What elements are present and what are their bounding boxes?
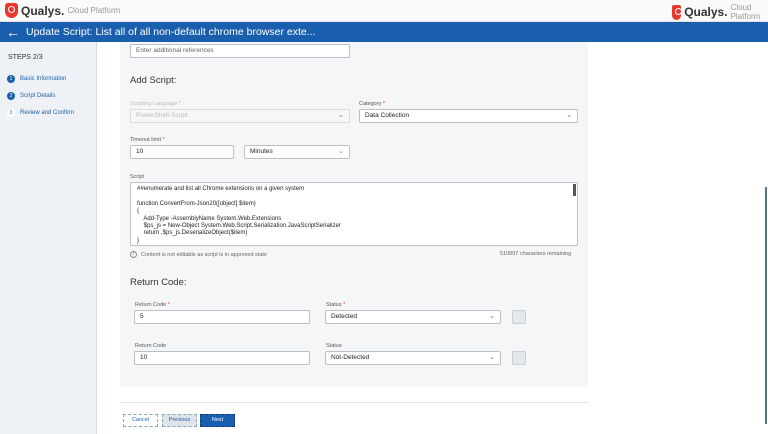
platform-name: Cloud Platform (67, 6, 121, 15)
chevron-down-icon: ⌄ (338, 148, 344, 155)
back-arrow-icon[interactable]: ← (6, 24, 20, 40)
scripting-language-value: PowerShell-Script (136, 112, 188, 119)
previous-button[interactable]: Previous (162, 414, 197, 427)
category-select[interactable]: Data Collection ⌄ (359, 109, 578, 123)
scripting-language-label: Scripting Language * (130, 101, 182, 107)
return-code-input[interactable]: 10 (134, 351, 310, 365)
script-content: ##enumerate and list all Chrome extensio… (137, 186, 341, 244)
page-title: Update Script: List all of all non-defau… (26, 26, 316, 38)
not-editable-note: i Content is not editable as script is in… (130, 251, 267, 258)
category-label: Category * (359, 101, 385, 107)
status-select[interactable]: Detected ⌄ (325, 310, 501, 324)
qualys-logo-right: Qualys. Cloud Platform (672, 3, 768, 21)
brand-name: Qualys. (684, 5, 728, 19)
chevron-down-icon: ⌄ (489, 313, 495, 320)
timeout-unit-select[interactable]: Minutes ⌄ (244, 145, 350, 159)
title-bar: ← Update Script: List all of all non-def… (0, 22, 768, 42)
step-basic-information[interactable]: 1 Basic Information (7, 70, 96, 87)
step-number: 1 (7, 74, 15, 83)
footer-divider (120, 402, 588, 403)
timeout-input[interactable]: 10 (130, 145, 234, 159)
cancel-button[interactable]: Cancel (123, 414, 158, 427)
status-value: Detected (331, 313, 358, 320)
category-value: Data Collection (365, 112, 410, 119)
info-icon: i (130, 251, 137, 258)
timeout-label: Timeout limit * (130, 137, 165, 143)
step-script-details[interactable]: 2 Script Details (7, 87, 96, 104)
step-number: 3 (7, 108, 15, 117)
return-code-label: Return Code (135, 343, 167, 349)
qualys-shield-icon (672, 4, 683, 20)
chevron-down-icon: ⌄ (338, 112, 344, 119)
timeout-unit-value: Minutes (250, 148, 273, 155)
page-scrollbar[interactable] (765, 187, 767, 424)
status-label: Status (326, 343, 342, 349)
remove-row-button[interactable] (512, 310, 526, 324)
qualys-logo: Qualys. Cloud Platform (5, 3, 120, 18)
platform-name: Cloud Platform (730, 3, 761, 21)
chevron-down-icon: ⌄ (489, 354, 495, 361)
steps-label: STEPS 2/3 (8, 54, 43, 61)
top-header: Qualys. Cloud Platform Qualys. Cloud Pla… (0, 0, 768, 22)
scripting-language-select: PowerShell-Script ⌄ (130, 109, 350, 123)
step-label: Script Details (20, 92, 56, 99)
step-review-and-confirm[interactable]: 3 Review and Confirm (7, 104, 96, 121)
step-number: 2 (7, 91, 15, 100)
additional-references-input[interactable]: Enter additional references (130, 44, 350, 58)
brand-name: Qualys. (21, 3, 65, 18)
return-code-heading: Return Code: (130, 277, 187, 288)
qualys-shield-icon (5, 3, 18, 18)
next-button[interactable]: Next (200, 414, 235, 427)
script-label: Script (130, 174, 145, 180)
steps-sidebar: STEPS 2/3 1 Basic Information 2 Script Det… (0, 42, 97, 434)
return-code-input[interactable]: 5 (134, 310, 310, 324)
return-code-label: Return Code * (135, 302, 170, 308)
script-editor[interactable]: ##enumerate and list all Chrome extensio… (130, 182, 578, 246)
status-select[interactable]: Not-Detected ⌄ (325, 351, 501, 365)
status-value: Not-Detected (331, 354, 370, 361)
chevron-down-icon: ⌄ (566, 112, 572, 119)
step-label: Review and Confirm (20, 109, 75, 116)
chars-remaining: 510807 characters remaining (500, 251, 572, 257)
step-label: Basic Information (20, 75, 67, 82)
remove-row-button[interactable] (512, 351, 526, 365)
add-script-heading: Add Script: (130, 75, 177, 86)
status-label: Status * (326, 302, 346, 308)
script-scrollbar[interactable] (573, 184, 576, 196)
